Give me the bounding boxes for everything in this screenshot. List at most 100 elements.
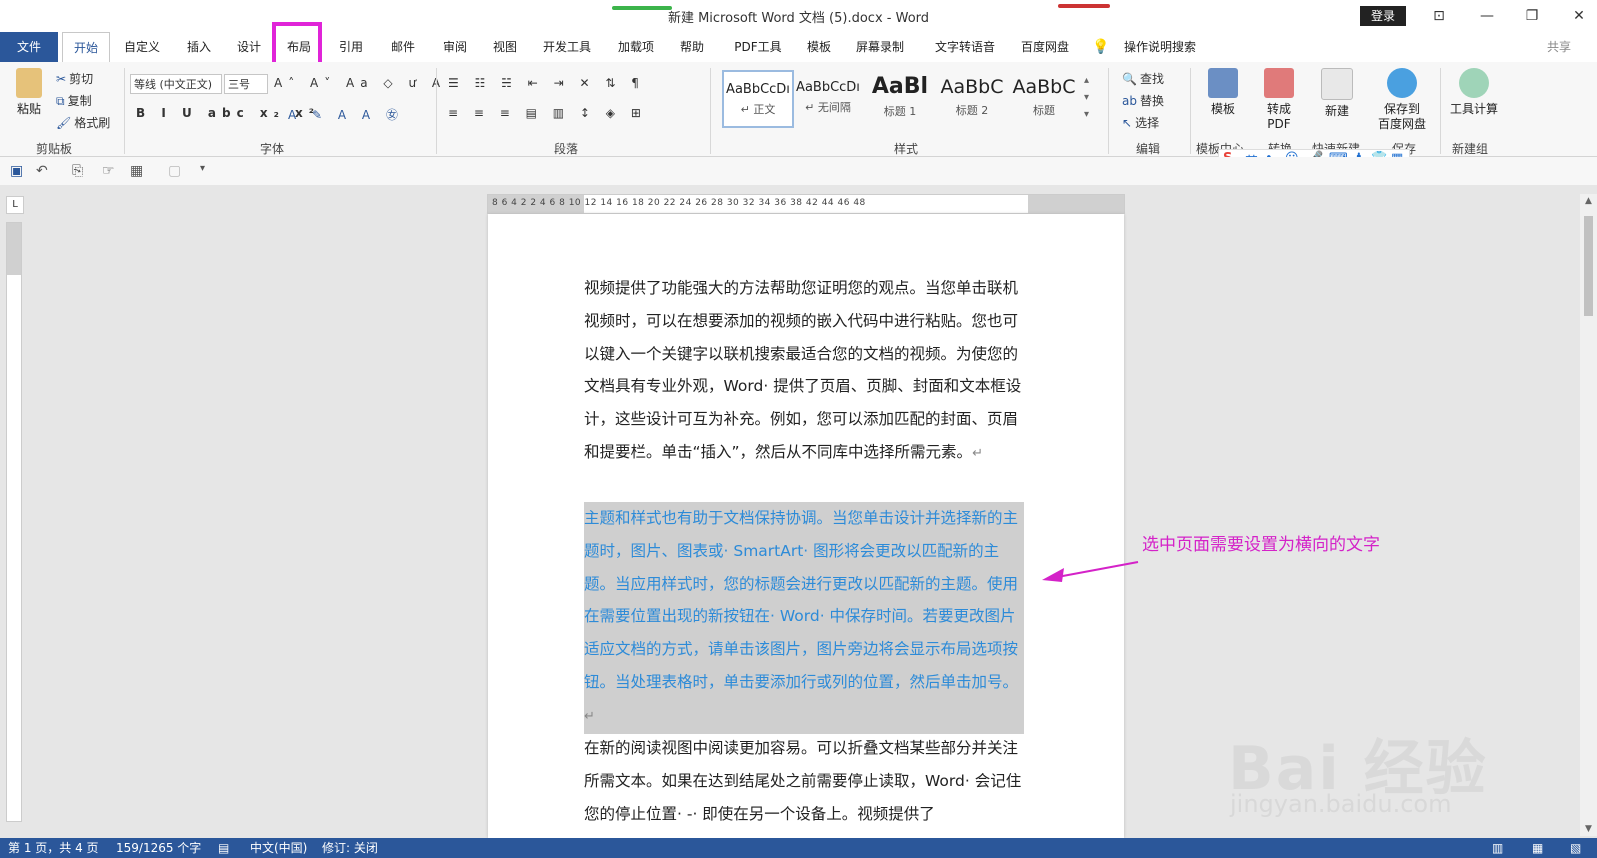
scroll-down-icon[interactable]: ▼ bbox=[1580, 824, 1597, 834]
font-name-combo[interactable]: 等线 (中文正文) bbox=[130, 74, 222, 94]
tab-baidu-netdisk[interactable]: 百度网盘 bbox=[1014, 32, 1076, 62]
layout-icon[interactable]: ▦ bbox=[130, 163, 143, 179]
restore-button[interactable]: ❐ bbox=[1515, 4, 1549, 28]
paragraph-3[interactable]: 在新的阅读视图中阅读更加容易。可以折叠文档某些部分并关注所需文本。如果在达到结尾… bbox=[584, 732, 1024, 830]
tab-help[interactable]: 帮助 bbox=[670, 32, 714, 62]
tab-review[interactable]: 审阅 bbox=[432, 32, 478, 62]
window-title: 新建 Microsoft Word 文档 (5).docx - Word bbox=[667, 11, 930, 26]
baidu-watermark-url: jingyan.baidu.com bbox=[1230, 790, 1452, 818]
style-name: 标题 1 bbox=[883, 105, 917, 118]
style-title[interactable]: AaBbC 标题 bbox=[1010, 70, 1078, 124]
find-button[interactable]: 🔍 查找 bbox=[1122, 70, 1164, 87]
style-heading-1[interactable]: AaBl 标题 1 bbox=[866, 70, 934, 124]
share-button[interactable]: 共享 bbox=[1536, 32, 1582, 62]
tell-me-search[interactable]: 操作说明搜索 bbox=[1118, 32, 1202, 62]
tab-addins[interactable]: 加载项 bbox=[610, 32, 662, 62]
template-button[interactable]: 模板 bbox=[1196, 68, 1250, 117]
new-file-icon[interactable]: ▢ bbox=[168, 163, 181, 179]
print-layout-icon[interactable]: ▦ bbox=[1532, 838, 1543, 858]
quick-new-button[interactable]: 新建 bbox=[1310, 68, 1364, 119]
tab-design[interactable]: 设计 bbox=[226, 32, 272, 62]
tab-view[interactable]: 视图 bbox=[482, 32, 528, 62]
tab-templates[interactable]: 模板 bbox=[800, 32, 838, 62]
tab-file[interactable]: 文件 bbox=[0, 32, 58, 62]
paragraph-2-selected[interactable]: 主题和样式也有助于文档保持协调。当您单击设计并选择新的主题时，图片、图表或· S… bbox=[584, 502, 1024, 734]
cloud-icon bbox=[1387, 68, 1417, 98]
new-doc-icon bbox=[1321, 68, 1353, 100]
undo-icon[interactable]: ↶ bbox=[36, 163, 48, 179]
paragraph-1[interactable]: 视频提供了功能强大的方法帮助您证明您的观点。当您单击联机视频时，可以在想要添加的… bbox=[584, 272, 1024, 471]
paragraph-group-label: 段落 bbox=[554, 142, 579, 156]
tab-screen-record[interactable]: 屏幕录制 bbox=[848, 32, 912, 62]
separator bbox=[1190, 68, 1191, 154]
tab-custom[interactable]: 自定义 bbox=[116, 32, 168, 62]
customize-qat-icon[interactable]: ▾ bbox=[200, 163, 205, 174]
select-label: 选择 bbox=[1135, 116, 1160, 130]
separator bbox=[1440, 68, 1441, 154]
annotation-text: 选中页面需要设置为横向的文字 bbox=[1142, 535, 1380, 555]
convert-pdf-button[interactable]: 转成 PDF bbox=[1252, 68, 1306, 132]
pdf-icon bbox=[1264, 68, 1294, 98]
proofing-icon[interactable]: ▤ bbox=[218, 838, 229, 858]
find-label: 查找 bbox=[1139, 72, 1164, 86]
close-button[interactable]: ✕ bbox=[1562, 4, 1596, 28]
font-size-buttons[interactable]: A˄ A˅ Aa ◇ ư A bbox=[274, 76, 446, 90]
paragraph-1-text: 视频提供了功能强大的方法帮助您证明您的观点。当您单击联机视频时，可以在想要添加的… bbox=[584, 279, 1022, 461]
cut-button[interactable]: ✂ 剪切 bbox=[56, 70, 93, 87]
word-count[interactable]: 159/1265 个字 bbox=[116, 838, 201, 858]
font-size-combo[interactable]: 三号 bbox=[224, 74, 268, 94]
cut-label: 剪切 bbox=[69, 72, 94, 86]
brush-icon: 🖌 bbox=[56, 116, 72, 130]
tab-text-to-speech[interactable]: 文字转语音 bbox=[926, 32, 1004, 62]
language-status[interactable]: 中文(中国) bbox=[250, 838, 307, 858]
tab-home[interactable]: 开始 bbox=[62, 32, 110, 63]
style-no-spacing[interactable]: AaBbCcDı ↵ 无间隔 bbox=[794, 70, 862, 124]
save-to-netdisk-button[interactable]: 保存到 百度网盘 bbox=[1370, 68, 1434, 132]
styles-scroll-icon[interactable]: ▴ ▾ ▾ bbox=[1084, 72, 1089, 123]
template-label: 模板 bbox=[1210, 102, 1235, 116]
font-color-buttons[interactable]: A ✎ A A ㊛ bbox=[288, 106, 404, 123]
style-normal[interactable]: AaBbCcDı ↵ 正文 bbox=[722, 70, 794, 128]
horizontal-ruler[interactable]: 8 6 4 2 2 4 6 8 10 12 14 16 18 20 22 24 … bbox=[487, 194, 1125, 214]
list-buttons[interactable]: ☰ ☷ ☵ ⇤ ⇥ ✕ ⇅ ¶ bbox=[448, 76, 645, 90]
replace-button[interactable]: ab 替换 bbox=[1122, 92, 1164, 109]
separator bbox=[436, 68, 437, 154]
track-changes-status[interactable]: 修订: 关闭 bbox=[322, 838, 378, 858]
ribbon-display-icon[interactable]: ⊡ bbox=[1422, 4, 1456, 28]
touch-mode-icon[interactable]: ☞ bbox=[102, 163, 115, 179]
font-group-label: 字体 bbox=[260, 142, 285, 156]
read-mode-icon[interactable]: ▥ bbox=[1492, 838, 1503, 858]
ruler-numbers: 8 6 4 2 2 4 6 8 10 12 14 16 18 20 22 24 … bbox=[492, 198, 866, 208]
scroll-thumb[interactable] bbox=[1584, 216, 1593, 316]
scroll-up-icon[interactable]: ▲ bbox=[1580, 196, 1597, 206]
style-preview: AaBl bbox=[871, 74, 929, 99]
tab-selector[interactable]: L bbox=[6, 196, 24, 214]
vertical-ruler[interactable] bbox=[6, 222, 22, 822]
tab-insert[interactable]: 插入 bbox=[176, 32, 222, 62]
copy-button[interactable]: ⧉ 复制 bbox=[56, 92, 92, 109]
tab-references[interactable]: 引用 bbox=[328, 32, 374, 62]
login-button[interactable]: 登录 bbox=[1360, 6, 1406, 26]
align-buttons[interactable]: ≡ ≡ ≡ ▤ ▥ ↕ ◈ ⊞ bbox=[448, 106, 647, 120]
print-preview-icon[interactable]: ⎘ bbox=[72, 163, 83, 179]
document-page[interactable]: 视频提供了功能强大的方法帮助您证明您的观点。当您单击联机视频时，可以在想要添加的… bbox=[488, 214, 1124, 838]
tab-mailings[interactable]: 邮件 bbox=[380, 32, 426, 62]
web-layout-icon[interactable]: ▧ bbox=[1570, 838, 1581, 858]
tab-pdf-tools[interactable]: PDF工具 bbox=[726, 32, 790, 62]
vertical-scrollbar[interactable]: ▲ ▼ bbox=[1580, 194, 1597, 836]
page-count[interactable]: 第 1 页，共 4 页 bbox=[8, 838, 99, 858]
copy-icon: ⧉ bbox=[56, 94, 65, 108]
minimize-button[interactable]: — bbox=[1470, 4, 1504, 28]
style-heading-2[interactable]: AaBbC 标题 2 bbox=[938, 70, 1006, 124]
tab-developer[interactable]: 开发工具 bbox=[536, 32, 598, 62]
paste-label: 粘贴 bbox=[16, 102, 41, 116]
select-button[interactable]: ↖ 选择 bbox=[1122, 114, 1159, 131]
save-icon[interactable]: ▣ bbox=[10, 163, 23, 179]
lightbulb-icon[interactable]: 💡 bbox=[1092, 32, 1110, 62]
format-painter-button[interactable]: 🖌 格式刷 bbox=[56, 114, 110, 131]
scissors-icon: ✂ bbox=[56, 72, 67, 86]
pdf-label: PDF bbox=[1267, 117, 1291, 131]
style-preview: AaBbCcDı bbox=[726, 82, 790, 97]
tool-calc-button[interactable]: 工具计算 bbox=[1442, 68, 1506, 117]
paste-button[interactable]: 粘贴 bbox=[4, 68, 54, 117]
